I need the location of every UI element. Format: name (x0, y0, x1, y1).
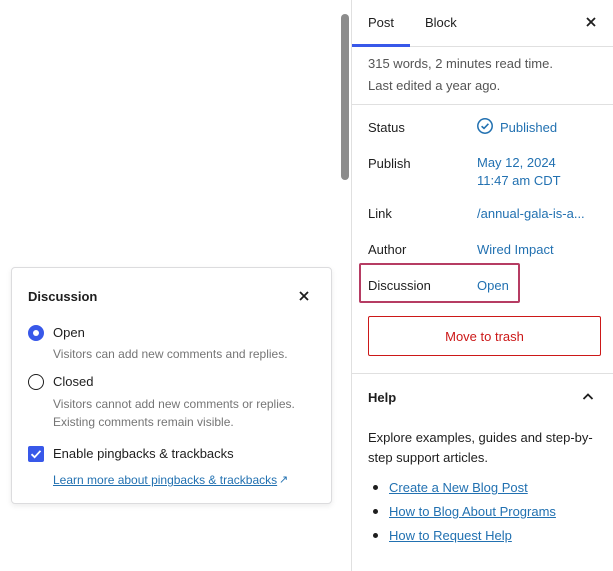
settings-sidebar: Post Block 315 words, 2 minutes read tim… (351, 0, 613, 571)
publish-time[interactable]: 11:47 am CDT (477, 173, 561, 188)
move-to-trash-button[interactable]: Move to trash (368, 316, 601, 356)
author-value[interactable]: Wired Impact (477, 242, 554, 257)
discussion-label: Discussion (368, 278, 431, 293)
tab-block[interactable]: Block (425, 0, 457, 46)
section-divider (352, 373, 613, 374)
checkmark-icon (30, 450, 42, 459)
published-check-icon (477, 118, 493, 134)
section-divider (352, 104, 613, 105)
close-icon[interactable] (297, 289, 311, 303)
option-closed-help-line1: Visitors cannot add new comments or repl… (53, 397, 295, 411)
radio-open[interactable] (28, 325, 44, 341)
help-links-list: Create a New Blog Post How to Blog About… (368, 478, 556, 550)
external-link-icon: ↗ (279, 474, 289, 486)
help-panel-title[interactable]: Help (368, 390, 396, 405)
editor-scrollbar[interactable] (341, 14, 349, 180)
help-description: Explore examples, guides and step-by-ste… (368, 430, 593, 465)
discussion-value[interactable]: Open (477, 278, 509, 293)
help-link-blog-programs[interactable]: How to Blog About Programs (389, 504, 556, 519)
pingbacks-label[interactable]: Enable pingbacks & trackbacks (53, 446, 234, 461)
option-open-help: Visitors can add new comments and replie… (53, 347, 288, 361)
permalink-value[interactable]: /annual-gala-is-a... (477, 206, 585, 221)
discussion-popover: Discussion Open Visitors can add new com… (11, 267, 332, 504)
list-item: How to Blog About Programs (368, 502, 556, 526)
sidebar-tabs: Post Block (351, 0, 613, 47)
list-item: How to Request Help (368, 526, 556, 550)
word-count: 315 words, 2 minutes read time. (368, 56, 553, 71)
publish-date[interactable]: May 12, 2024 (477, 155, 556, 170)
pingbacks-checkbox[interactable] (28, 446, 44, 462)
author-label: Author (368, 242, 407, 257)
list-item: Create a New Blog Post (368, 478, 556, 502)
status-value[interactable]: Published (500, 120, 557, 135)
learn-more-link[interactable]: Learn more about pingbacks & trackbacks (53, 473, 277, 487)
last-edited: Last edited a year ago. (368, 78, 501, 93)
help-link-create-post[interactable]: Create a New Blog Post (389, 480, 528, 495)
radio-closed[interactable] (28, 374, 44, 390)
popover-title: Discussion (28, 289, 98, 304)
tab-post[interactable]: Post (351, 0, 411, 47)
option-open-label[interactable]: Open (53, 325, 85, 340)
status-label: Status (368, 120, 405, 135)
link-label: Link (368, 206, 392, 221)
chevron-up-icon[interactable] (580, 389, 596, 405)
help-link-request-help[interactable]: How to Request Help (389, 528, 512, 543)
option-closed-help-line2: Existing comments remain visible. (53, 415, 234, 429)
publish-label: Publish (368, 156, 411, 171)
option-closed-label[interactable]: Closed (53, 374, 93, 389)
close-icon[interactable] (583, 14, 599, 30)
